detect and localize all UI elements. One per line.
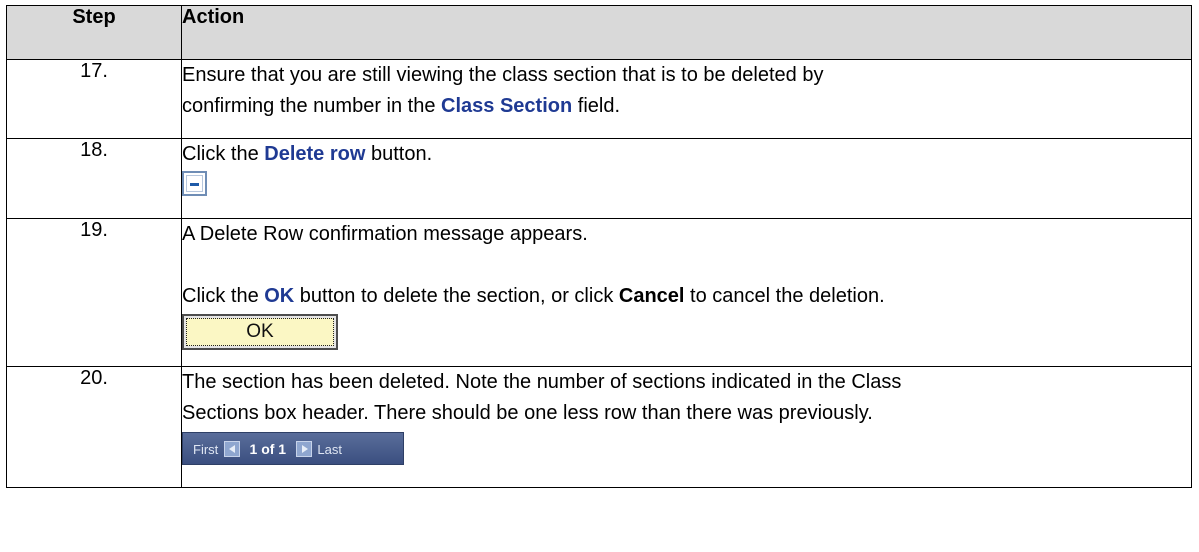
procedure-table: Step Action 17. Ensure that you are stil… (6, 5, 1192, 488)
action-cell: The section has been deleted. Note the n… (181, 366, 1192, 488)
field-name-highlight: Class Section (441, 95, 573, 117)
pagination-bar: First 1 of 1 Last (182, 432, 404, 465)
header-step: Step (6, 5, 182, 60)
action-text: button to delete the section, or click (294, 285, 619, 307)
table-row: 17. Ensure that you are still viewing th… (6, 59, 1192, 139)
step-number: 17. (6, 59, 182, 139)
table-row: 19. A Delete Row confirmation message ap… (6, 218, 1192, 367)
nav-last-link[interactable]: Last (317, 442, 342, 457)
action-line: Click the OK button to delete the sectio… (182, 281, 1191, 312)
button-name-highlight: Delete row (264, 143, 366, 165)
action-line: Click the Delete row button. (182, 139, 1191, 170)
table-row: 20. The section has been deleted. Note t… (6, 366, 1192, 488)
action-text: button. (365, 143, 433, 165)
action-text: to cancel the deletion. (684, 285, 885, 307)
action-line: The section has been deleted. Note the n… (182, 371, 902, 393)
action-text: Click the (182, 143, 265, 165)
action-line: confirming the number in the Class Secti… (182, 91, 1191, 122)
action-line: Ensure that you are still viewing the cl… (182, 60, 1191, 91)
delete-row-icon[interactable] (182, 171, 207, 196)
step-number: 19. (6, 218, 182, 367)
previous-arrow-icon[interactable] (223, 441, 240, 457)
action-line: Sections box header. There should be one… (182, 402, 873, 424)
action-cell: A Delete Row confirmation message appear… (181, 218, 1192, 367)
action-cell: Ensure that you are still viewing the cl… (181, 59, 1192, 139)
cancel-label: Cancel (618, 285, 685, 307)
ok-button-label: OK (186, 318, 334, 346)
action-text: confirming the number in the (182, 95, 442, 117)
action-text: Click the (182, 285, 265, 307)
action-text: field. (572, 95, 621, 117)
nav-first-link[interactable]: First (193, 442, 218, 457)
header-action: Action (181, 5, 1192, 60)
table-header-row: Step Action (6, 5, 1192, 60)
step-number: 18. (6, 138, 182, 219)
next-arrow-icon[interactable] (295, 441, 312, 457)
action-text: Ensure that you are still viewing the cl… (182, 64, 824, 86)
step-number: 20. (6, 366, 182, 488)
ok-button[interactable]: OK (182, 314, 338, 350)
button-name-highlight: OK (264, 285, 295, 307)
action-line: A Delete Row confirmation message appear… (182, 223, 588, 245)
table-row: 18. Click the Delete row button. (6, 138, 1192, 219)
action-cell: Click the Delete row button. (181, 138, 1192, 219)
page-count: 1 of 1 (249, 441, 287, 457)
